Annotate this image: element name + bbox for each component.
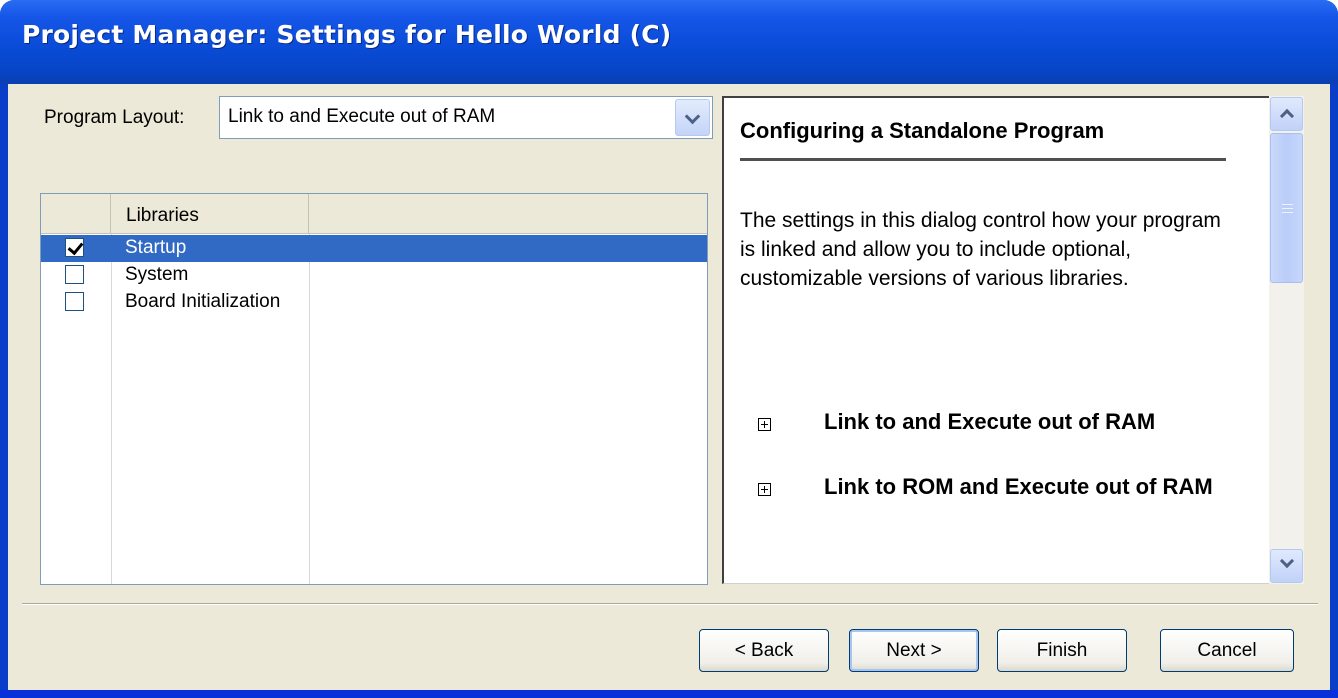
program-layout-value: Link to and Execute out of RAM [228, 106, 496, 127]
title-bar[interactable]: Project Manager: Settings for Hello Worl… [0, 0, 1338, 84]
help-scrollbar[interactable] [1269, 96, 1304, 584]
library-row-system[interactable]: System [41, 262, 707, 289]
help-heading: Configuring a Standalone Program [740, 118, 1105, 143]
startup-checkbox[interactable] [65, 238, 84, 257]
scroll-down-button[interactable] [1270, 549, 1303, 583]
scroll-up-button[interactable] [1270, 97, 1303, 131]
expand-plus-icon[interactable] [758, 483, 771, 496]
library-row-startup[interactable]: Startup [41, 235, 707, 262]
expand-plus-icon[interactable] [758, 418, 771, 431]
next-button[interactable]: Next > [849, 629, 979, 672]
back-button[interactable]: < Back [699, 629, 829, 672]
library-label: System [125, 264, 189, 285]
window-title: Project Manager: Settings for Hello Worl… [22, 20, 672, 49]
system-checkbox[interactable] [65, 265, 84, 284]
grip-line [1282, 208, 1293, 209]
library-row-board-initialization[interactable]: Board Initialization [41, 289, 707, 316]
program-layout-dropdown[interactable]: Link to and Execute out of RAM [219, 96, 713, 139]
window-bottom-border [0, 690, 1338, 698]
grip-line [1282, 212, 1293, 213]
cancel-button[interactable]: Cancel [1160, 629, 1294, 672]
chevron-down-icon [1279, 553, 1295, 569]
finish-button[interactable]: Finish [997, 629, 1127, 672]
libraries-list-header: Libraries [41, 194, 707, 234]
grip-line [1282, 204, 1293, 205]
header-checkbox-column[interactable] [41, 194, 111, 234]
libraries-list[interactable]: Libraries Startup System Board Initializ… [40, 193, 708, 585]
board-initialization-checkbox[interactable] [65, 292, 84, 311]
chevron-up-icon [1279, 108, 1295, 124]
separator [22, 603, 1318, 605]
chevron-down-icon [684, 108, 701, 125]
library-label: Startup [125, 237, 187, 258]
program-layout-label: Program Layout: [44, 107, 185, 128]
help-section-ram[interactable]: Link to and Execute out of RAM [824, 407, 1244, 437]
help-section-rom[interactable]: Link to ROM and Execute out of RAM [824, 472, 1244, 502]
help-pane: Configuring a Standalone Program The set… [722, 96, 1304, 584]
libraries-column-header: Libraries [126, 205, 199, 226]
dropdown-button[interactable] [675, 99, 710, 136]
scroll-thumb[interactable] [1270, 133, 1303, 283]
library-label: Board Initialization [125, 291, 281, 312]
help-body-text: The settings in this dialog control how … [740, 209, 1221, 290]
help-divider [740, 158, 1226, 161]
